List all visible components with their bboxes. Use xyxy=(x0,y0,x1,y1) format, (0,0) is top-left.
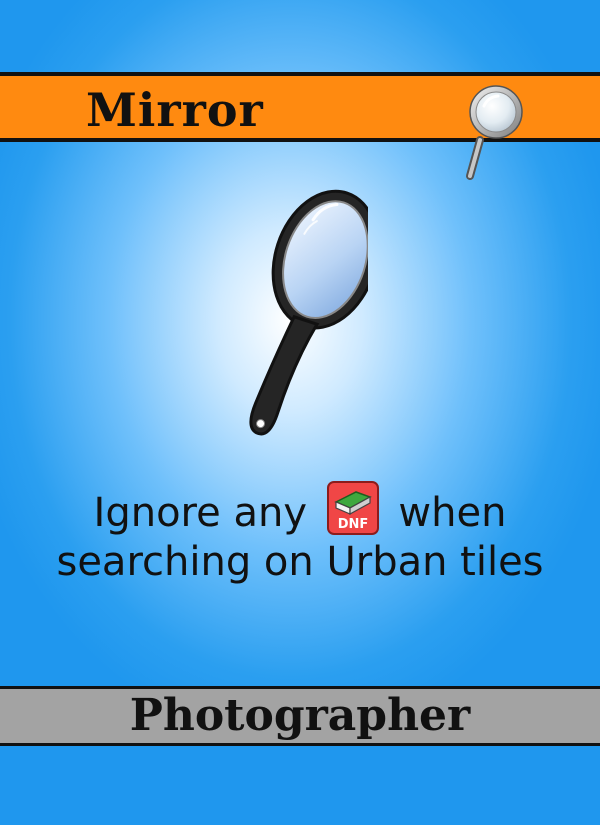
hand-mirror-illustration xyxy=(249,189,368,436)
magnifying-glass-icon xyxy=(466,85,523,180)
role-bar: Photographer xyxy=(0,686,600,746)
ability-text: Ignore any DNF when searching on Urban t… xyxy=(40,480,560,587)
ability-text-before: Ignore any xyxy=(93,490,307,536)
card-role: Photographer xyxy=(129,690,471,741)
dnf-token-icon: DNF xyxy=(326,481,379,535)
game-card: Mirror Ignore any DNF when searching on … xyxy=(0,0,600,825)
dnf-token-label: DNF xyxy=(337,517,368,532)
card-title: Mirror xyxy=(86,83,264,137)
